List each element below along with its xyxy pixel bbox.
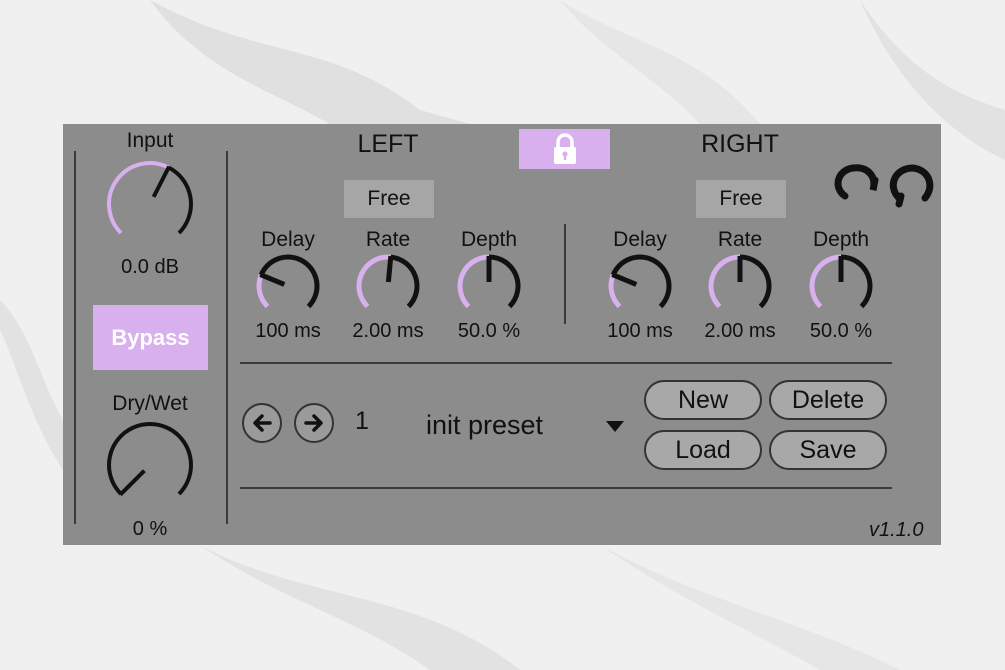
arrow-left-icon xyxy=(253,414,272,432)
left-rate-label: Rate xyxy=(365,228,411,251)
plugin-device: Input 0.0 dB Bypass Dry/Wet 0 % LEFT RIG… xyxy=(63,124,941,545)
knob-track-arc xyxy=(488,254,521,309)
right-depth-knob[interactable] xyxy=(808,253,874,319)
left-delay-value: 100 ms xyxy=(255,320,321,342)
knob-value-arc xyxy=(708,254,741,309)
version-label: v1.1.0 xyxy=(869,519,924,541)
drywet-knob[interactable] xyxy=(103,418,197,512)
input-value: 0.0 dB xyxy=(121,256,179,278)
right-depth-label: Depth xyxy=(812,228,870,251)
right-delay-knob[interactable] xyxy=(607,253,673,319)
right-channel-title: RIGHT xyxy=(701,130,779,158)
knob-track-arc xyxy=(610,254,672,309)
knob-track-arc xyxy=(107,422,193,496)
knob-track-arc xyxy=(390,254,420,309)
channel-divider xyxy=(564,224,566,324)
knob-track-arc xyxy=(739,254,772,309)
right-delay-label: Delay xyxy=(613,228,667,251)
bypass-button[interactable]: Bypass xyxy=(93,305,208,370)
knob-pointer xyxy=(385,255,394,283)
input-label: Input xyxy=(126,129,174,152)
right-rate-label: Rate xyxy=(717,228,763,251)
knob-pointer xyxy=(259,272,286,287)
lock-icon xyxy=(553,133,576,164)
delete-preset-button[interactable]: Delete xyxy=(769,380,887,420)
drywet-label: Dry/Wet xyxy=(112,392,188,415)
left-border xyxy=(74,151,76,524)
brand-logo xyxy=(834,164,934,208)
knob-value-arc xyxy=(457,254,490,309)
left-depth-label: Depth xyxy=(460,228,518,251)
preset-number: 1 xyxy=(355,407,369,435)
left-depth-value: 50.0 % xyxy=(457,320,521,342)
knob-track-arc xyxy=(167,165,193,235)
knob-pointer xyxy=(118,469,146,497)
load-preset-button[interactable]: Load xyxy=(644,430,762,470)
right-depth-value: 50.0 % xyxy=(809,320,873,342)
left-mode-button[interactable]: Free xyxy=(344,180,434,218)
right-mode-button[interactable]: Free xyxy=(696,180,786,218)
chevron-down-icon[interactable] xyxy=(606,421,624,433)
sidebar-divider xyxy=(226,151,228,524)
prev-preset-button[interactable] xyxy=(242,403,282,443)
link-lock-button[interactable] xyxy=(519,129,610,169)
left-rate-knob[interactable] xyxy=(355,253,421,319)
input-knob[interactable] xyxy=(103,157,197,251)
right-delay-value: 100 ms xyxy=(607,320,673,342)
drywet-value: 0 % xyxy=(132,518,168,540)
left-delay-label: Delay xyxy=(261,228,315,251)
knob-pointer xyxy=(611,272,638,287)
left-depth-knob[interactable] xyxy=(456,253,522,319)
left-rate-value: 2.00 ms xyxy=(352,320,424,342)
section-divider-top xyxy=(240,362,892,364)
knob-value-arc xyxy=(809,254,842,309)
left-delay-knob[interactable] xyxy=(255,253,321,319)
save-preset-button[interactable]: Save xyxy=(769,430,887,470)
section-divider-bottom xyxy=(240,487,892,489)
new-preset-button[interactable]: New xyxy=(644,380,762,420)
next-preset-button[interactable] xyxy=(294,403,334,443)
knob-value-arc xyxy=(107,161,170,235)
knob-track-arc xyxy=(840,254,873,309)
left-channel-title: LEFT xyxy=(357,130,419,158)
knob-track-arc xyxy=(258,254,320,309)
right-rate-knob[interactable] xyxy=(707,253,773,319)
preset-name-select[interactable]: init preset xyxy=(426,410,543,441)
knob-pointer xyxy=(151,165,171,198)
right-rate-value: 2.00 ms xyxy=(704,320,776,342)
arrow-right-icon xyxy=(304,414,323,432)
